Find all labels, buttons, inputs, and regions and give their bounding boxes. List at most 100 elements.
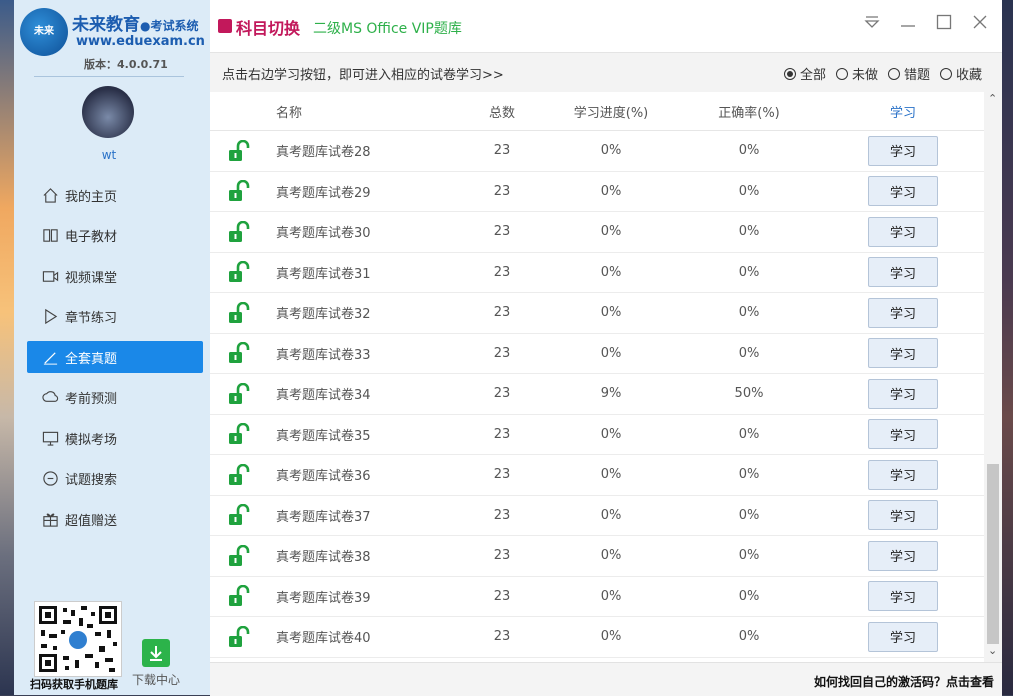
vertical-scrollbar[interactable]: ⌃ ⌄ bbox=[984, 92, 1002, 662]
study-cell: 学习 bbox=[822, 135, 984, 166]
scroll-up-icon[interactable]: ⌃ bbox=[988, 92, 997, 105]
paper-name: 真考题库试卷38 bbox=[276, 550, 371, 566]
paper-name: 真考题库试卷35 bbox=[276, 428, 371, 444]
unlock-icon bbox=[210, 180, 268, 202]
study-button[interactable]: 学习 bbox=[868, 540, 938, 571]
study-button[interactable]: 学习 bbox=[868, 257, 938, 288]
accuracy-rate: 0% bbox=[738, 467, 760, 483]
study-button[interactable]: 学习 bbox=[868, 338, 938, 369]
table-row: 真考题库试卷32 23 0% 0% 学习 bbox=[210, 293, 984, 334]
download-icon[interactable] bbox=[142, 639, 170, 667]
sidebar-item-1[interactable]: 电子教材 bbox=[27, 220, 203, 252]
sidebar-item-4[interactable]: 全套真题 bbox=[27, 341, 203, 373]
filter-radio-3[interactable]: 收藏 bbox=[939, 64, 982, 83]
accuracy-rate: 0% bbox=[738, 548, 760, 564]
sidebar-item-3[interactable]: 章节练习 bbox=[27, 301, 203, 333]
filter-radio-1[interactable]: 未做 bbox=[835, 64, 878, 83]
search-icon bbox=[41, 470, 59, 488]
unlock-icon bbox=[210, 504, 268, 526]
sidebar-item-2[interactable]: 视频课堂 bbox=[27, 260, 203, 292]
accuracy-rate: 0% bbox=[738, 183, 760, 199]
paper-name: 真考题库试卷36 bbox=[276, 469, 371, 485]
paper-name: 真考题库试卷40 bbox=[276, 631, 371, 647]
study-button[interactable]: 学习 bbox=[868, 500, 938, 531]
filter-radio-0[interactable]: 全部 bbox=[783, 64, 826, 83]
accuracy-rate: 0% bbox=[738, 143, 760, 159]
play-icon bbox=[41, 308, 59, 326]
filter-label: 收藏 bbox=[955, 68, 982, 83]
study-button[interactable]: 学习 bbox=[868, 297, 938, 328]
filter-label: 未做 bbox=[851, 68, 878, 83]
radio-dot-icon[interactable] bbox=[835, 67, 848, 80]
radio-dot-icon[interactable] bbox=[887, 67, 900, 80]
desktop-background-right bbox=[1002, 0, 1013, 695]
study-cell: 学习 bbox=[822, 500, 984, 531]
subject-switch-icon[interactable] bbox=[218, 19, 232, 33]
sidebar-item-7[interactable]: 试题搜索 bbox=[27, 463, 203, 495]
maximize-icon[interactable] bbox=[936, 14, 952, 35]
subject-switch-button[interactable]: 科目切换 bbox=[236, 15, 300, 39]
study-button[interactable]: 学习 bbox=[868, 621, 938, 652]
table-row: 真考题库试卷30 23 0% 0% 学习 bbox=[210, 212, 984, 253]
sidebar-item-0[interactable]: 我的主页 bbox=[27, 179, 203, 211]
accuracy-rate: 50% bbox=[734, 386, 764, 402]
study-button[interactable]: 学习 bbox=[868, 176, 938, 207]
study-button[interactable]: 学习 bbox=[868, 419, 938, 450]
radio-dot-icon[interactable] bbox=[939, 67, 952, 80]
download-center-label[interactable]: 下载中心 bbox=[132, 671, 180, 688]
question-total: 23 bbox=[493, 264, 511, 280]
study-progress: 0% bbox=[600, 588, 622, 604]
avatar[interactable] bbox=[82, 86, 134, 138]
book-icon bbox=[41, 227, 59, 245]
study-cell: 学习 bbox=[822, 459, 984, 490]
study-button[interactable]: 学习 bbox=[868, 581, 938, 612]
sidebar-item-8[interactable]: 超值赠送 bbox=[27, 503, 203, 535]
table-row: 真考题库试卷39 23 0% 0% 学习 bbox=[210, 576, 984, 617]
qr-code bbox=[34, 601, 122, 677]
table-row: 真考题库试卷34 23 9% 50% 学习 bbox=[210, 374, 984, 415]
radio-dot-icon[interactable] bbox=[783, 67, 796, 80]
scroll-down-icon[interactable]: ⌄ bbox=[988, 644, 997, 657]
question-total: 23 bbox=[493, 345, 511, 361]
filter-label: 错题 bbox=[903, 68, 930, 83]
menu-dropdown-icon[interactable] bbox=[864, 14, 880, 35]
activation-help-link[interactable]: 如何找回自己的激活码？点击查看 bbox=[814, 673, 994, 690]
study-progress: 0% bbox=[600, 305, 622, 321]
info-bar: 点击右边学习按钮，即可进入相应的试卷学习>> 全部 未做 错题 收藏 bbox=[210, 52, 1002, 93]
paper-name: 真考题库试卷28 bbox=[276, 145, 371, 161]
sidebar-item-6[interactable]: 模拟考场 bbox=[27, 422, 203, 454]
table-row: 真考题库试卷40 23 0% 0% 学习 bbox=[210, 617, 984, 658]
header-name: 名称 bbox=[276, 105, 303, 121]
study-cell: 学习 bbox=[822, 378, 984, 409]
current-subject: 二级MS Office VIP题库 bbox=[313, 21, 462, 37]
paper-name: 真考题库试卷34 bbox=[276, 388, 371, 404]
study-button[interactable]: 学习 bbox=[868, 216, 938, 247]
pencil-icon bbox=[41, 348, 59, 366]
sidebar-item-label: 视频课堂 bbox=[65, 270, 118, 286]
unlock-icon bbox=[210, 382, 268, 405]
unlock-icon bbox=[210, 544, 268, 567]
minimize-icon[interactable] bbox=[900, 14, 916, 35]
question-total: 23 bbox=[493, 386, 511, 402]
paper-name: 真考题库试卷29 bbox=[276, 185, 371, 201]
study-button[interactable]: 学习 bbox=[868, 378, 938, 409]
study-button[interactable]: 学习 bbox=[868, 459, 938, 490]
brand-url: www.eduexam.cn bbox=[76, 34, 205, 49]
accuracy-rate: 0% bbox=[738, 588, 760, 604]
sidebar-item-5[interactable]: 考前预测 bbox=[27, 382, 203, 414]
filter-group: 全部 未做 错题 收藏 bbox=[783, 64, 982, 83]
scrollbar-thumb[interactable] bbox=[987, 464, 999, 644]
sidebar: 未来 未来教育●考试系统 www.eduexam.cn 版本：4.0.0.71 … bbox=[14, 0, 210, 695]
study-button[interactable]: 学习 bbox=[868, 135, 938, 166]
hint-text: 点击右边学习按钮，即可进入相应的试卷学习>> bbox=[222, 68, 504, 83]
filter-radio-2[interactable]: 错题 bbox=[887, 64, 930, 83]
sidebar-item-label: 模拟考场 bbox=[65, 432, 118, 448]
study-progress: 0% bbox=[600, 507, 622, 523]
table-row: 真考题库试卷38 23 0% 0% 学习 bbox=[210, 536, 984, 577]
study-cell: 学习 bbox=[822, 419, 984, 450]
close-icon[interactable] bbox=[972, 14, 988, 35]
sidebar-item-label: 全套真题 bbox=[65, 351, 118, 367]
cloud-icon bbox=[41, 389, 59, 407]
header-progress: 学习进度(%) bbox=[573, 105, 649, 121]
qr-label: 扫码获取手机题库 bbox=[30, 678, 118, 691]
